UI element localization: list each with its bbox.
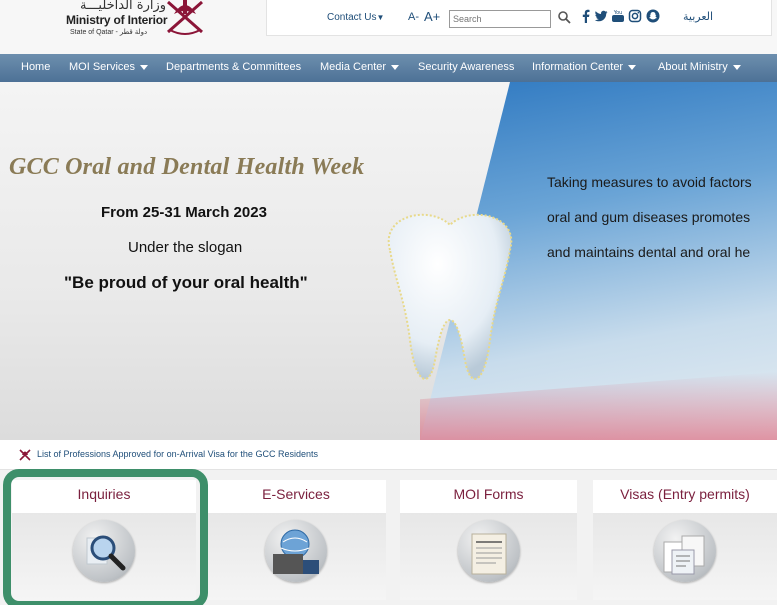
search-input[interactable] bbox=[449, 10, 551, 28]
banner-text-line: oral and gum diseases promotes bbox=[547, 209, 751, 225]
dropdown-arrow-icon bbox=[732, 64, 741, 70]
search-icon[interactable] bbox=[557, 10, 571, 24]
visa-documents-icon bbox=[654, 520, 716, 582]
nav-home[interactable]: Home bbox=[21, 61, 50, 73]
contact-us-link[interactable]: Contact Us▼ bbox=[327, 12, 384, 23]
banner-date: From 25-31 March 2023 bbox=[101, 204, 267, 221]
main-navigation: Home MOI Services Departments & Committe… bbox=[0, 54, 777, 82]
facebook-icon[interactable] bbox=[579, 9, 593, 23]
forms-icon bbox=[457, 520, 520, 582]
card-moi-forms[interactable]: MOI Forms bbox=[400, 480, 577, 600]
qatar-emblem-icon bbox=[167, 0, 203, 35]
nav-about-ministry[interactable]: About Ministry bbox=[658, 61, 741, 73]
caret-down-icon: ▼ bbox=[376, 13, 385, 22]
card-title: MOI Forms bbox=[453, 486, 524, 502]
dropdown-arrow-icon bbox=[391, 64, 400, 70]
tooth-icon bbox=[387, 213, 513, 380]
snapchat-icon[interactable] bbox=[646, 9, 660, 23]
nav-media-center[interactable]: Media Center bbox=[320, 61, 400, 73]
banner-title: GCC Oral and Dental Health Week bbox=[9, 154, 365, 180]
notice-bar: List of Professions Approved for on-Arri… bbox=[0, 440, 777, 470]
dropdown-arrow-icon bbox=[140, 64, 149, 70]
language-switch-link[interactable]: العربية bbox=[683, 10, 713, 23]
twitter-icon[interactable] bbox=[594, 9, 608, 23]
banner-text-line: Taking measures to avoid factors bbox=[547, 174, 752, 190]
nav-information-center[interactable]: Information Center bbox=[532, 61, 637, 73]
font-decrease-button[interactable]: A- bbox=[408, 11, 419, 23]
nav-moi-services[interactable]: MOI Services bbox=[69, 61, 149, 73]
header: وزارة الداخليـــة Ministry of Interior S… bbox=[0, 0, 777, 54]
logo-arabic-text: وزارة الداخليـــة bbox=[80, 0, 167, 13]
card-title: Visas (Entry permits) bbox=[620, 486, 750, 502]
card-e-services[interactable]: E-Services bbox=[206, 480, 386, 600]
logo-state-text: State of Qatar - دولة قطر bbox=[70, 29, 148, 36]
font-increase-button[interactable]: A+ bbox=[424, 9, 440, 24]
card-visas[interactable]: Visas (Entry permits) bbox=[593, 480, 777, 600]
nav-security-awareness[interactable]: Security Awareness bbox=[418, 61, 514, 73]
svg-text:You: You bbox=[613, 10, 623, 16]
card-title: E-Services bbox=[262, 486, 330, 502]
dropdown-arrow-icon bbox=[628, 64, 637, 70]
ministry-logo[interactable]: وزارة الداخليـــة Ministry of Interior S… bbox=[60, 0, 220, 40]
globe-laptop-icon bbox=[265, 520, 327, 582]
banner-text-line: and maintains dental and oral he bbox=[547, 244, 751, 260]
notice-link[interactable]: List of Professions Approved for on-Arri… bbox=[37, 449, 318, 459]
logo-english-text: Ministry of Interior bbox=[66, 13, 168, 27]
hero-banner[interactable]: GCC Oral and Dental Health Week From 25-… bbox=[0, 82, 777, 440]
banner-slogan-intro: Under the slogan bbox=[128, 239, 243, 256]
instagram-icon[interactable] bbox=[628, 9, 642, 23]
top-utility-bar: Contact Us▼ A- A+ You bbox=[266, 0, 772, 36]
highlight-frame bbox=[3, 469, 208, 605]
qatar-emblem-small-icon bbox=[19, 449, 31, 461]
banner-slogan: "Be proud of your oral health" bbox=[64, 273, 308, 292]
youtube-icon[interactable]: You bbox=[611, 9, 625, 23]
nav-departments-committees[interactable]: Departments & Committees bbox=[166, 61, 301, 73]
page: وزارة الداخليـــة Ministry of Interior S… bbox=[0, 0, 777, 605]
